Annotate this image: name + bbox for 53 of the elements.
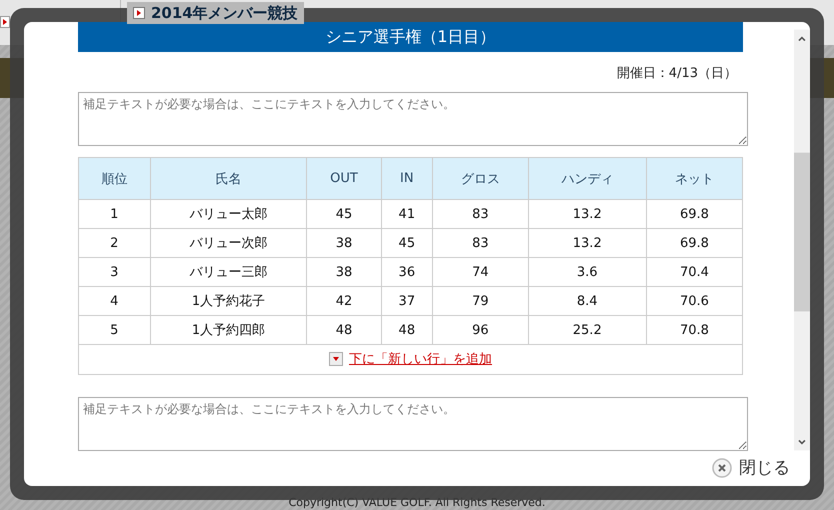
table-cell: 70.8 (646, 316, 742, 344)
table-cell: 13.2 (528, 200, 646, 228)
table-cell: 79 (432, 286, 528, 316)
column-header: グロス (432, 158, 528, 200)
table-cell: 25.2 (528, 316, 646, 344)
dialog-title: シニア選手権（1日目） (78, 22, 743, 52)
add-row-link[interactable]: 下に「新しい行」を追加 (349, 350, 492, 368)
date-label: 開催日：4/13（日） (616, 65, 738, 80)
table-cell: 37 (381, 286, 433, 316)
close-icon (712, 458, 732, 478)
table-cell: 1人予約花子 (150, 286, 307, 316)
table-cell: 74 (432, 258, 528, 286)
table-cell: 2 (78, 228, 150, 258)
table-cell: 4 (78, 286, 150, 316)
table-cell: 69.8 (646, 228, 742, 258)
table-cell: 48 (381, 316, 433, 344)
column-header: 順位 (78, 158, 150, 200)
column-header: ハンディ (528, 158, 646, 200)
note-field[interactable]: 補足テキストが必要な場合は、ここにテキストを入力してください。 (78, 397, 748, 451)
table-cell: 13.2 (528, 228, 646, 258)
table-cell: 1人予約四郎 (150, 316, 307, 344)
arrow-icon (0, 16, 10, 28)
table-cell: 3 (78, 258, 150, 286)
column-header: 氏名 (150, 158, 307, 200)
table-cell: 41 (381, 200, 433, 228)
table-cell: 3.6 (528, 258, 646, 286)
table-cell: バリュー三郎 (150, 258, 307, 286)
table-cell: 83 (432, 228, 528, 258)
table-cell: 8.4 (528, 286, 646, 316)
copyright-text: Copyright(C) VALUE GOLF. All Rights Reserved. (288, 496, 546, 510)
table-cell: 48 (306, 316, 382, 344)
table-cell: 83 (432, 200, 528, 228)
table-cell: 1 (78, 200, 150, 228)
column-header: IN (381, 158, 433, 200)
table-cell: 96 (432, 316, 528, 344)
scrollbar[interactable] (794, 28, 810, 452)
close-button[interactable]: 閉じる (712, 456, 790, 479)
table-cell: バリュー太郎 (150, 200, 307, 228)
column-header: OUT (306, 158, 382, 200)
table-cell: 5 (78, 316, 150, 344)
note-field[interactable]: 補足テキストが必要な場合は、ここにテキストを入力してください。 (78, 92, 748, 146)
table-cell: 38 (306, 228, 382, 258)
table-cell: 70.6 (646, 286, 742, 316)
table-cell: 42 (306, 286, 382, 316)
table-cell: 70.4 (646, 258, 742, 286)
table-cell: 45 (381, 228, 433, 258)
column-header: ネット (646, 158, 742, 200)
table-cell: 38 (306, 258, 382, 286)
table-cell: バリュー次郎 (150, 228, 307, 258)
page-title: 2014年メンバー競技 (151, 4, 298, 22)
table-cell: 45 (306, 200, 382, 228)
table-cell: 69.8 (646, 200, 742, 228)
table-cell: 36 (381, 258, 433, 286)
